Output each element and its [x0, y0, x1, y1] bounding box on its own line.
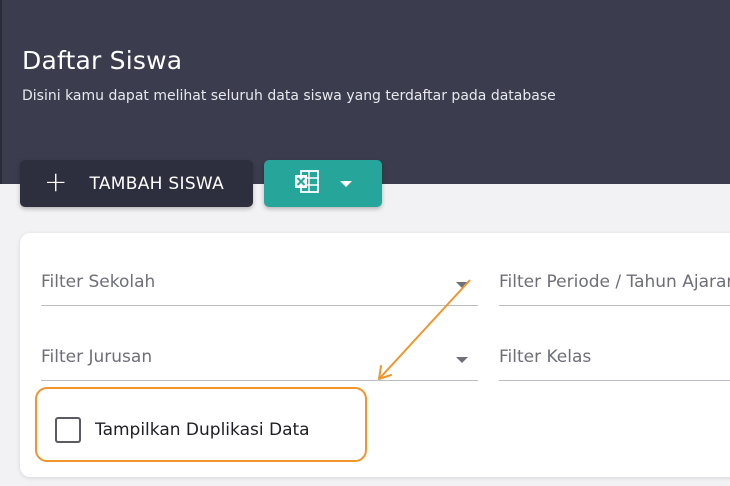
- caret-down-icon: [340, 180, 352, 187]
- dropdown-arrow-icon: [456, 357, 468, 363]
- page-title: Daftar Siswa: [22, 46, 183, 75]
- page-header: Daftar Siswa Disini kamu dapat melihat s…: [0, 0, 730, 184]
- page-subtitle: Disini kamu dapat melihat seluruh data s…: [22, 88, 556, 104]
- excel-export-button[interactable]: [264, 160, 382, 207]
- show-duplicates-checkbox[interactable]: [55, 417, 81, 443]
- plus-icon: +: [44, 165, 68, 198]
- add-student-button[interactable]: + TAMBAH SISWA: [20, 160, 253, 207]
- filter-jurusan-select[interactable]: Filter Jurusan: [41, 337, 478, 381]
- filter-sekolah-select[interactable]: Filter Sekolah: [41, 262, 478, 306]
- excel-icon: [294, 169, 320, 198]
- filter-periode-placeholder: Filter Periode / Tahun Ajaran: [499, 272, 730, 292]
- filter-kelas-select[interactable]: Filter Kelas: [499, 337, 730, 381]
- filter-kelas-placeholder: Filter Kelas: [499, 347, 592, 367]
- filter-sekolah-placeholder: Filter Sekolah: [41, 272, 156, 292]
- filter-periode-select[interactable]: Filter Periode / Tahun Ajaran: [499, 262, 730, 306]
- show-duplicates-option[interactable]: Tampilkan Duplikasi Data: [55, 417, 310, 443]
- show-duplicates-label: Tampilkan Duplikasi Data: [95, 420, 310, 440]
- dropdown-arrow-icon: [456, 282, 468, 288]
- add-student-button-label: TAMBAH SISWA: [89, 173, 225, 194]
- filter-jurusan-placeholder: Filter Jurusan: [41, 347, 153, 367]
